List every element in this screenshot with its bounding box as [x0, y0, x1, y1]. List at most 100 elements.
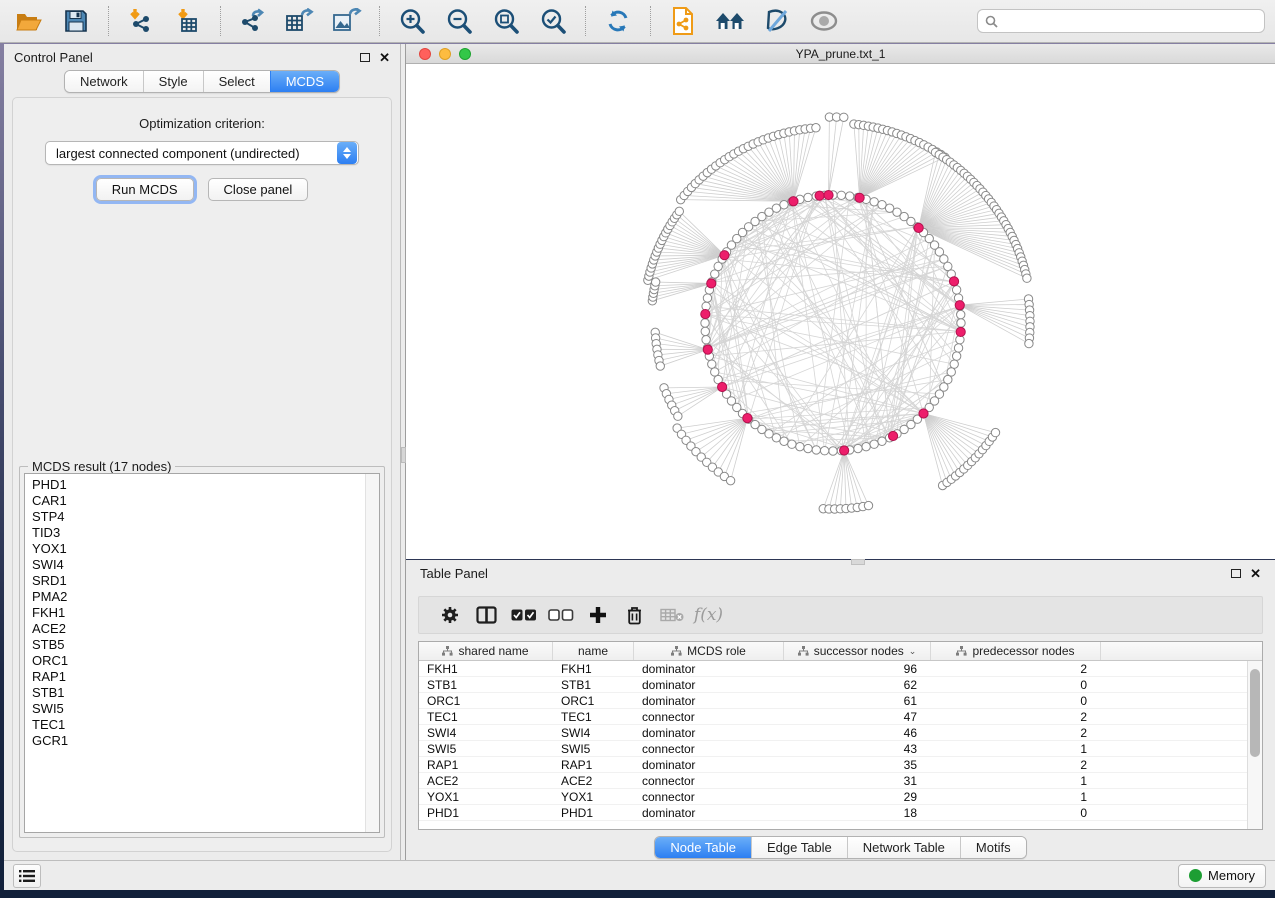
select-all-columns-button[interactable]: [505, 600, 542, 630]
mcds-result-item[interactable]: GCR1: [32, 733, 379, 749]
run-mcds-button[interactable]: Run MCDS: [96, 178, 194, 201]
cell-predecessor-nodes[interactable]: 0: [931, 693, 1101, 708]
ring-node[interactable]: [878, 437, 886, 445]
table-row[interactable]: STB1STB1dominator620: [419, 677, 1247, 693]
ring-node[interactable]: [701, 319, 709, 327]
mcds-result-item[interactable]: PHD1: [32, 477, 379, 493]
mcds-hub-node[interactable]: [720, 251, 729, 260]
hide-graphics-details-button[interactable]: [758, 4, 796, 38]
first-neighbors-button[interactable]: [711, 4, 749, 38]
mcds-hub-node[interactable]: [956, 327, 965, 336]
mcds-hub-node[interactable]: [743, 414, 752, 423]
table-row[interactable]: YOX1YOX1connector291: [419, 789, 1247, 805]
mcds-hub-node[interactable]: [824, 190, 833, 199]
ring-node[interactable]: [837, 191, 845, 199]
cell-shared-name[interactable]: TEC1: [419, 709, 553, 724]
satellite-node[interactable]: [1023, 274, 1031, 282]
ring-node[interactable]: [780, 437, 788, 445]
ring-node[interactable]: [957, 319, 965, 327]
satellite-node[interactable]: [674, 412, 682, 420]
ring-node[interactable]: [708, 360, 716, 368]
zoom-fit-button[interactable]: [487, 4, 525, 38]
ring-node[interactable]: [780, 201, 788, 209]
cell-predecessor-nodes[interactable]: 2: [931, 757, 1101, 772]
cell-MCDS-role[interactable]: dominator: [634, 805, 784, 820]
cell-name[interactable]: TEC1: [553, 709, 634, 724]
cell-shared-name[interactable]: YOX1: [419, 789, 553, 804]
column-header-predecessor-nodes[interactable]: predecessor nodes: [931, 642, 1101, 660]
zoom-out-button[interactable]: [440, 4, 478, 38]
cell-name[interactable]: SWI4: [553, 725, 634, 740]
satellite-node[interactable]: [991, 428, 999, 436]
column-header-shared-name[interactable]: shared name: [419, 642, 553, 660]
mcds-hub-node[interactable]: [919, 409, 928, 418]
table-row[interactable]: ACE2ACE2connector311: [419, 773, 1247, 789]
cell-name[interactable]: ORC1: [553, 693, 634, 708]
mcds-result-item[interactable]: SRD1: [32, 573, 379, 589]
ring-node[interactable]: [952, 352, 960, 360]
ring-node[interactable]: [854, 444, 862, 452]
mcds-result-item[interactable]: TEC1: [32, 717, 379, 733]
ring-node[interactable]: [878, 201, 886, 209]
zoom-selected-button[interactable]: [534, 4, 572, 38]
criterion-dropdown[interactable]: largest connected component (undirected): [45, 141, 359, 165]
cell-predecessor-nodes[interactable]: 2: [931, 709, 1101, 724]
mcds-result-item[interactable]: YOX1: [32, 541, 379, 557]
satellite-node[interactable]: [812, 124, 820, 132]
tab-style[interactable]: Style: [143, 71, 203, 92]
cell-successor-nodes[interactable]: 29: [784, 789, 931, 804]
cell-successor-nodes[interactable]: 96: [784, 661, 931, 676]
ring-node[interactable]: [829, 447, 837, 455]
window-maximize-icon[interactable]: [459, 48, 471, 60]
cell-MCDS-role[interactable]: connector: [634, 789, 784, 804]
cell-successor-nodes[interactable]: 47: [784, 709, 931, 724]
mcds-hub-node[interactable]: [718, 382, 727, 391]
cell-predecessor-nodes[interactable]: 1: [931, 741, 1101, 756]
column-header-MCDS-role[interactable]: MCDS role: [634, 642, 784, 660]
ring-node[interactable]: [796, 442, 804, 450]
mcds-result-item[interactable]: SWI4: [32, 557, 379, 573]
table-scrollbar-thumb[interactable]: [1250, 669, 1260, 757]
mcds-hub-node[interactable]: [888, 431, 897, 440]
ring-node[interactable]: [804, 193, 812, 201]
settings-gear-button[interactable]: [431, 600, 468, 630]
cell-predecessor-nodes[interactable]: 2: [931, 725, 1101, 740]
cell-name[interactable]: STB1: [553, 677, 634, 692]
table-row[interactable]: RAP1RAP1dominator352: [419, 757, 1247, 773]
cell-predecessor-nodes[interactable]: 1: [931, 773, 1101, 788]
float-panel-icon[interactable]: [1231, 567, 1241, 580]
ring-node[interactable]: [702, 336, 710, 344]
add-column-button[interactable]: [579, 600, 616, 630]
cell-predecessor-nodes[interactable]: 2: [931, 661, 1101, 676]
cell-MCDS-role[interactable]: dominator: [634, 677, 784, 692]
search-box[interactable]: [977, 9, 1265, 33]
split-columns-button[interactable]: [468, 600, 505, 630]
tab-network[interactable]: Network: [65, 71, 143, 92]
mcds-hub-node[interactable]: [703, 345, 712, 354]
tab-node-table[interactable]: Node Table: [655, 837, 751, 858]
ring-node[interactable]: [870, 440, 878, 448]
memory-button[interactable]: Memory: [1178, 864, 1266, 888]
open-file-button[interactable]: [10, 4, 48, 38]
cell-name[interactable]: FKH1: [553, 661, 634, 676]
show-graphics-details-button[interactable]: [805, 4, 843, 38]
export-image-button[interactable]: [328, 4, 366, 38]
mcds-result-item[interactable]: STB1: [32, 685, 379, 701]
column-header-successor-nodes[interactable]: successor nodes⌄: [784, 642, 931, 660]
mcds-result-item[interactable]: RAP1: [32, 669, 379, 685]
tab-select[interactable]: Select: [203, 71, 270, 92]
mcds-hub-node[interactable]: [789, 197, 798, 206]
mcds-hub-node[interactable]: [855, 193, 864, 202]
table-row[interactable]: FKH1FKH1dominator962: [419, 661, 1247, 677]
mcds-result-item[interactable]: FKH1: [32, 605, 379, 621]
mcds-result-item[interactable]: PMA2: [32, 589, 379, 605]
table-row[interactable]: SWI4SWI4dominator462: [419, 725, 1247, 741]
ring-node[interactable]: [788, 440, 796, 448]
mcds-result-item[interactable]: ORC1: [32, 653, 379, 669]
cell-shared-name[interactable]: SWI5: [419, 741, 553, 756]
ring-node[interactable]: [703, 294, 711, 302]
cell-successor-nodes[interactable]: 31: [784, 773, 931, 788]
ring-node[interactable]: [846, 192, 854, 200]
satellite-node[interactable]: [651, 278, 659, 286]
table-body[interactable]: FKH1FKH1dominator962STB1STB1dominator620…: [419, 661, 1247, 829]
